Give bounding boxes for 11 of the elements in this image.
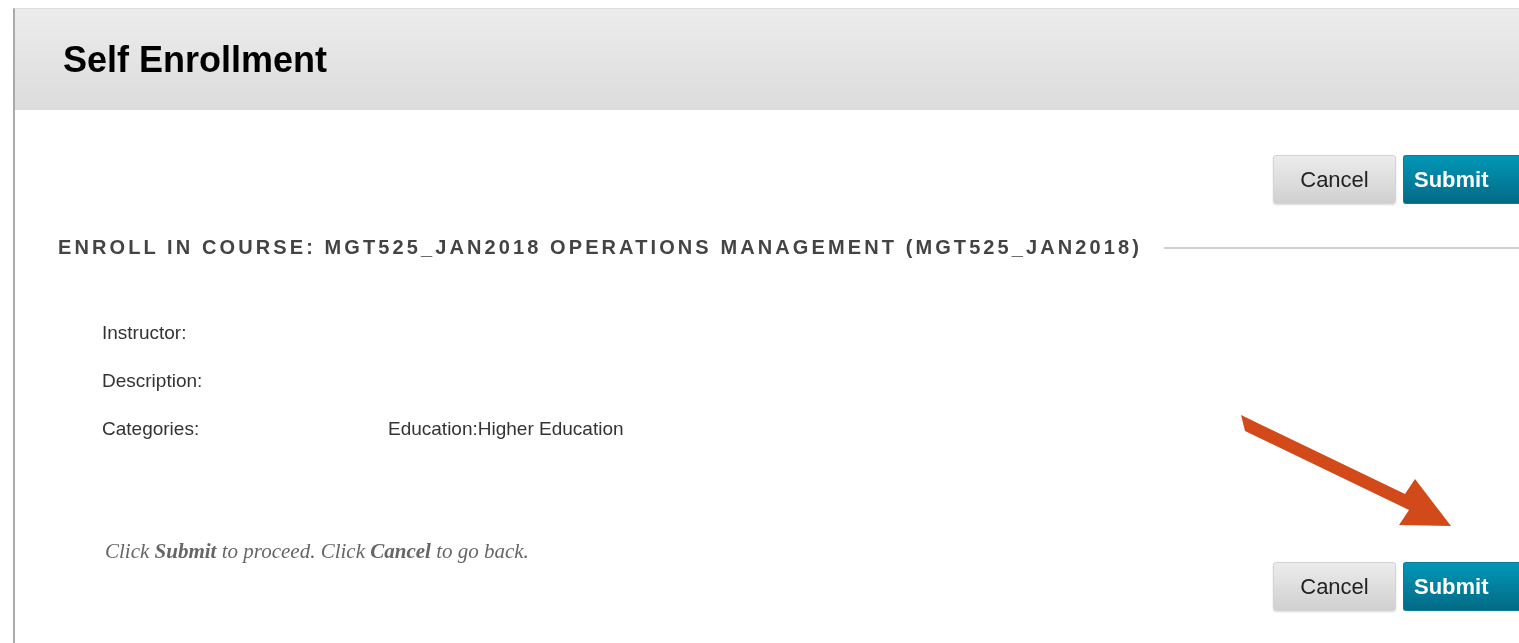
- field-value: Education:Higher Education: [388, 417, 625, 440]
- section-heading: ENROLL IN COURSE: MGT525_JAN2018 OPERATIONS MANAGEMENT (MGT525_JAN2018): [58, 236, 1142, 259]
- page-title: Self Enrollment: [63, 38, 328, 81]
- submit-button[interactable]: Submit: [1403, 562, 1519, 611]
- field-label: Categories:: [102, 417, 201, 440]
- cancel-button[interactable]: Cancel: [1273, 562, 1396, 611]
- submit-button[interactable]: Submit: [1403, 155, 1519, 204]
- field-label: Instructor:: [102, 321, 188, 344]
- field-label: Description:: [102, 369, 204, 392]
- cancel-button[interactable]: Cancel: [1273, 155, 1396, 204]
- instruction-text: Click Submit to proceed. Click Cancel to go back.: [105, 539, 530, 564]
